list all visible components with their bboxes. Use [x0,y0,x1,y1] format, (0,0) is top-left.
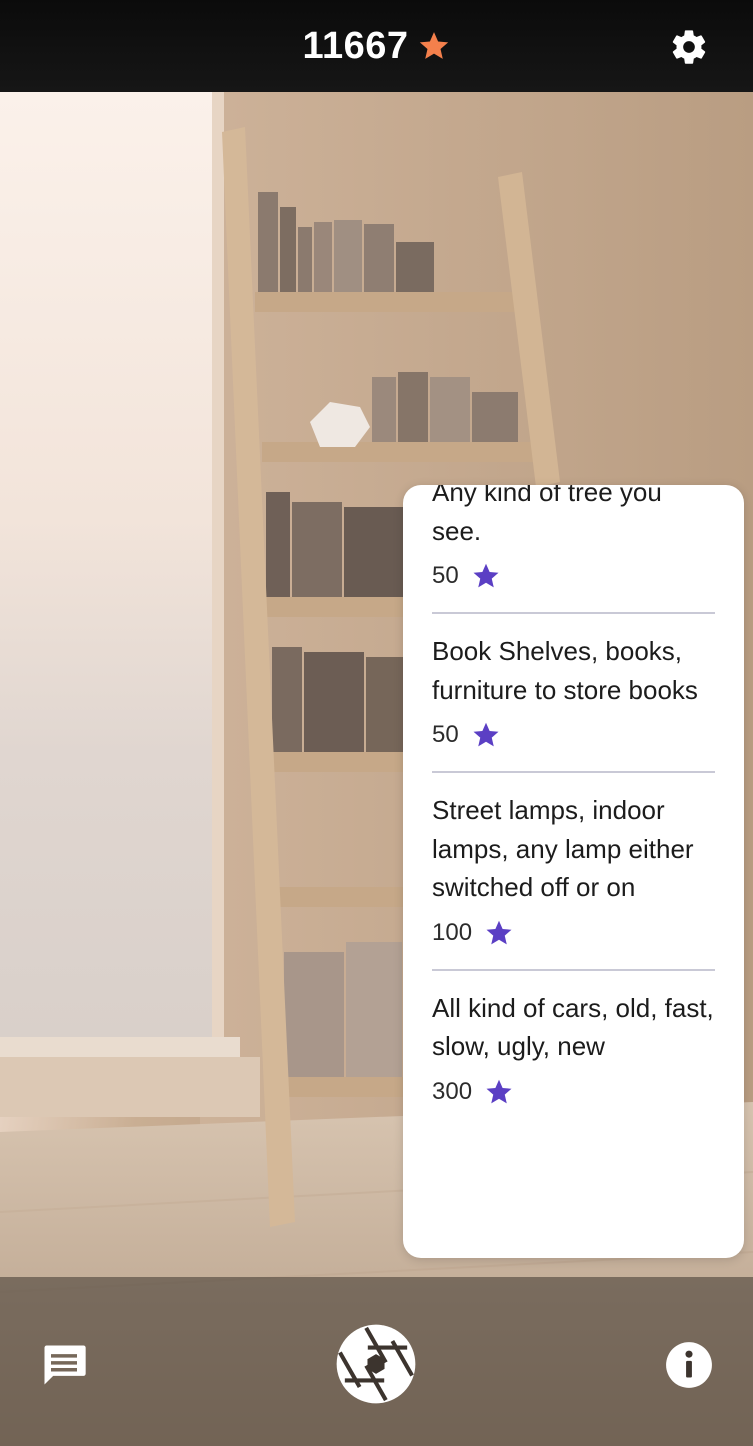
list-item[interactable]: Any kind of tree you see. 50 [432,485,715,596]
camera-shutter-icon[interactable] [335,1323,417,1405]
item-title: Book Shelves, books, furniture to store … [432,636,698,705]
star-icon [473,722,499,747]
star-icon [419,32,448,59]
points-value: 50 [432,562,459,589]
item-points: 300 [432,1072,715,1112]
list-item[interactable]: Book Shelves, books, furniture to store … [432,632,715,755]
item-points: 100 [432,913,715,953]
points-value: 300 [432,1077,473,1105]
star-icon [486,920,512,944]
star-icon [473,563,499,588]
star-icon [486,1079,512,1103]
gear-icon[interactable] [669,27,709,67]
objects-list-card[interactable]: Any kind of tree you see. 50 Book Shelve… [403,485,744,1258]
chat-icon[interactable] [38,1339,90,1391]
score-value: 11667 [302,24,409,67]
divider [432,968,715,971]
points-value: 50 [432,721,459,748]
points-value: 100 [432,918,473,946]
item-points: 50 [432,715,715,755]
item-points: 50 [432,556,715,596]
list-item[interactable]: Street lamps, indoor lamps, any lamp eit… [432,791,715,953]
item-title: All kind of cars, old, fast, slow, ugly,… [432,992,714,1062]
top-bar: 11667 [0,0,753,92]
list-item[interactable]: All kind of cars, old, fast, slow, ugly,… [432,989,715,1112]
bottom-bar [0,1277,753,1446]
divider [432,771,715,773]
divider [432,612,715,614]
item-title: Street lamps, indoor lamps, any lamp eit… [432,795,694,902]
score-display: 11667 [0,22,753,70]
item-title: Any kind of tree you see. [432,485,662,546]
info-icon[interactable] [664,1340,714,1390]
